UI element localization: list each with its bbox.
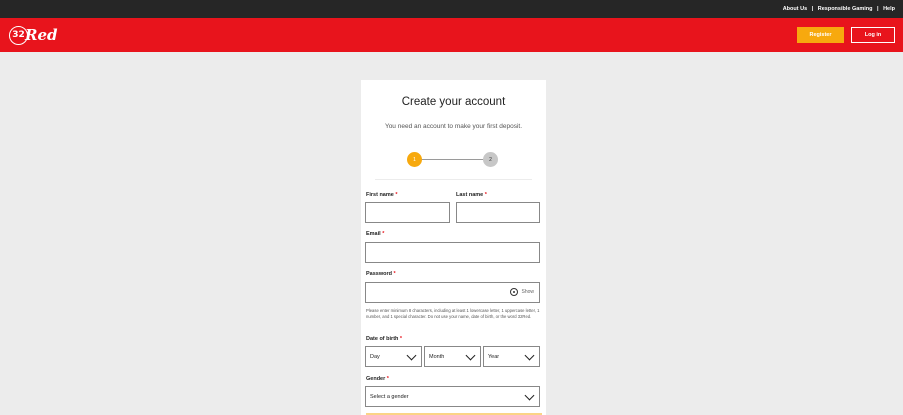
- chevron-down-icon: [406, 350, 417, 361]
- password-hint: Please enter minimum 8 characters, inclu…: [366, 308, 540, 319]
- page-title: Create your account: [401, 96, 506, 108]
- day-select-value: Day: [370, 354, 380, 360]
- top-utility-bar: About Us | Responsible Gaming | Help: [0, 0, 903, 18]
- email-label-text: Email: [366, 231, 381, 237]
- step-2-indicator: 2: [483, 152, 498, 167]
- first-name-label: First name *: [366, 192, 398, 198]
- required-mark: *: [386, 376, 389, 382]
- dob-label: Date of birth *: [366, 336, 402, 342]
- gender-select-value: Select a gender: [370, 394, 409, 400]
- password-input[interactable]: Show: [365, 282, 540, 303]
- chevron-down-icon: [465, 350, 476, 361]
- email-label: Email *: [366, 231, 384, 237]
- step-1-indicator: 1: [407, 152, 422, 167]
- link-separator: |: [877, 6, 879, 12]
- utility-links: About Us | Responsible Gaming | Help: [783, 0, 895, 18]
- required-mark: *: [484, 192, 487, 198]
- first-name-input[interactable]: [365, 202, 450, 223]
- gender-label: Gender *: [366, 376, 389, 382]
- eye-icon: [510, 288, 519, 296]
- last-name-label: Last name *: [456, 192, 487, 198]
- gender-select[interactable]: Select a gender: [365, 386, 540, 407]
- chevron-down-icon: [524, 390, 535, 401]
- show-password-label: Show: [521, 289, 534, 295]
- dob-label-text: Date of birth: [366, 336, 399, 342]
- login-button[interactable]: Log in: [851, 27, 895, 43]
- register-button[interactable]: Register: [797, 27, 844, 43]
- required-mark: *: [382, 231, 385, 237]
- required-mark: *: [395, 192, 398, 198]
- stepper-line: [416, 159, 491, 160]
- first-name-label-text: First name: [366, 192, 394, 198]
- stepper-divider: [375, 179, 532, 180]
- last-name-input[interactable]: [456, 202, 540, 223]
- required-mark: *: [399, 336, 403, 342]
- link-separator: |: [811, 6, 814, 12]
- password-label: Password *: [366, 271, 396, 277]
- last-name-label-text: Last name: [456, 192, 484, 198]
- password-label-text: Password: [366, 271, 392, 277]
- site-logo[interactable]: 32 Red: [9, 25, 58, 45]
- site-header: 32 Red Register Log in: [0, 18, 903, 52]
- month-select[interactable]: Month: [424, 346, 481, 367]
- logo-word: Red: [25, 26, 58, 44]
- help-link[interactable]: Help: [883, 6, 895, 12]
- month-select-value: Month: [429, 354, 445, 360]
- page-subtitle: You need an account to make your first d…: [384, 123, 523, 130]
- day-select[interactable]: Day: [365, 346, 422, 367]
- chevron-down-icon: [524, 350, 535, 361]
- year-select[interactable]: Year: [483, 346, 540, 367]
- email-input[interactable]: [365, 242, 540, 263]
- show-password-toggle[interactable]: Show: [510, 288, 534, 296]
- about-us-link[interactable]: About Us: [783, 6, 807, 12]
- responsible-gaming-link[interactable]: Responsible Gaming: [818, 6, 873, 12]
- gender-label-text: Gender: [366, 376, 386, 382]
- required-mark: *: [393, 271, 396, 277]
- registration-card: Create your account You need an account …: [361, 80, 546, 415]
- year-select-value: Year: [488, 354, 500, 360]
